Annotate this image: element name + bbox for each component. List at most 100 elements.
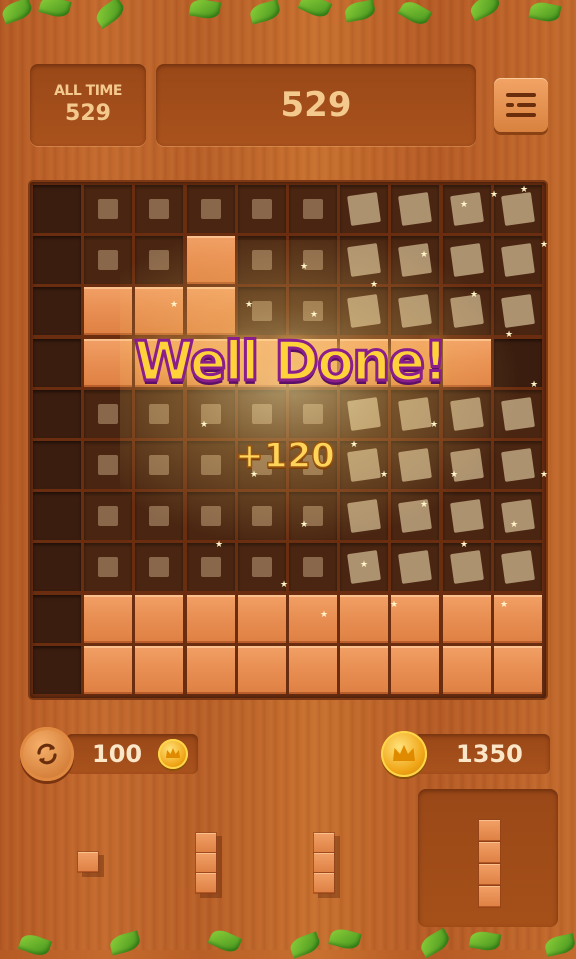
board-cell[interactable]: [442, 645, 491, 694]
board-cell[interactable]: [237, 492, 286, 541]
board-cell[interactable]: [391, 543, 440, 592]
board-cell[interactable]: [493, 287, 542, 336]
board-cell[interactable]: [33, 287, 81, 336]
board-cell[interactable]: [340, 594, 389, 643]
board-cell[interactable]: [289, 389, 337, 438]
board-cell[interactable]: [493, 338, 542, 387]
board-cell[interactable]: [442, 236, 491, 285]
board-cell[interactable]: [135, 185, 184, 233]
board-cell[interactable]: [135, 236, 184, 285]
board-cell[interactable]: [84, 185, 133, 233]
board-cell[interactable]: [391, 492, 440, 541]
board-cell[interactable]: [33, 338, 81, 387]
current-score: 529: [156, 64, 476, 146]
board-cell[interactable]: [84, 287, 133, 336]
board-cell[interactable]: [237, 287, 286, 336]
board-cell[interactable]: [135, 492, 184, 541]
clearing-block-ghost: [500, 192, 535, 226]
board-cell[interactable]: [391, 645, 440, 694]
board-cell[interactable]: [84, 645, 133, 694]
clearing-block-ghost: [98, 403, 119, 424]
board-cell[interactable]: [391, 287, 440, 336]
board-cell[interactable]: [135, 543, 184, 592]
board-cell[interactable]: [493, 492, 542, 541]
board-cell[interactable]: [289, 185, 337, 233]
board-cell[interactable]: [237, 594, 286, 643]
board-cell[interactable]: [237, 389, 286, 438]
board-cell[interactable]: [442, 441, 491, 489]
clearing-block-ghost: [149, 199, 170, 219]
board-cell[interactable]: [84, 389, 133, 438]
board-cell[interactable]: [442, 594, 491, 643]
board-cell[interactable]: [186, 543, 235, 592]
board-cell[interactable]: [186, 287, 235, 336]
board-cell[interactable]: [289, 236, 337, 285]
board-cell[interactable]: [391, 594, 440, 643]
board-cell[interactable]: [186, 185, 235, 233]
refresh-pieces-button[interactable]: [20, 727, 74, 781]
board-cell[interactable]: [442, 185, 491, 233]
menu-button[interactable]: [494, 78, 548, 132]
board-cell[interactable]: [442, 492, 491, 541]
board-cell[interactable]: [33, 492, 81, 541]
board-cell[interactable]: [84, 492, 133, 541]
board-cell[interactable]: [33, 543, 81, 592]
board-cell[interactable]: [84, 236, 133, 285]
board-cell[interactable]: [135, 287, 184, 336]
board-cell[interactable]: [493, 236, 542, 285]
clearing-block-ghost: [251, 506, 272, 527]
board-cell[interactable]: [186, 236, 235, 285]
board-cell[interactable]: [237, 185, 286, 233]
board-cell[interactable]: [84, 441, 133, 489]
board-cell[interactable]: [289, 287, 337, 336]
clearing-block-ghost: [149, 557, 170, 578]
board-cell[interactable]: [33, 594, 81, 643]
board-cell[interactable]: [493, 441, 542, 489]
board-cell[interactable]: [391, 389, 440, 438]
board-cell[interactable]: [135, 645, 184, 694]
board-cell[interactable]: [391, 185, 440, 233]
board-cell[interactable]: [33, 645, 81, 694]
board-cell[interactable]: [33, 389, 81, 438]
board-cell[interactable]: [289, 492, 337, 541]
board-cell[interactable]: [442, 543, 491, 592]
board-cell[interactable]: [33, 236, 81, 285]
board-cell[interactable]: [340, 543, 389, 592]
board-cell[interactable]: [340, 236, 389, 285]
board-cell[interactable]: [237, 645, 286, 694]
board-cell[interactable]: [340, 185, 389, 233]
board-cell[interactable]: [84, 594, 133, 643]
board-cell[interactable]: [493, 389, 542, 438]
board-cell[interactable]: [442, 389, 491, 438]
board-cell[interactable]: [289, 594, 337, 643]
refresh-cost-pill: 100: [66, 734, 198, 774]
board-cell[interactable]: [33, 185, 81, 233]
board-cell[interactable]: [340, 645, 389, 694]
board-cell[interactable]: [391, 236, 440, 285]
board-cell[interactable]: [340, 287, 389, 336]
board-cell[interactable]: [237, 543, 286, 592]
board-cell[interactable]: [340, 492, 389, 541]
board-cell[interactable]: [135, 441, 184, 489]
board-cell[interactable]: [442, 287, 491, 336]
board-cell[interactable]: [135, 594, 184, 643]
board-cell[interactable]: [84, 543, 133, 592]
clearing-block-ghost: [347, 243, 382, 278]
board-cell[interactable]: [186, 492, 235, 541]
board-cell[interactable]: [289, 645, 337, 694]
board-cell[interactable]: [135, 389, 184, 438]
board-cell[interactable]: [33, 441, 81, 489]
board-cell[interactable]: [493, 645, 542, 694]
board-cell[interactable]: [289, 543, 337, 592]
board-cell[interactable]: [493, 543, 542, 592]
board-cell[interactable]: [237, 236, 286, 285]
clearing-block-ghost: [347, 294, 382, 329]
board-cell[interactable]: [186, 389, 235, 438]
board-cell[interactable]: [391, 441, 440, 489]
crown-coin-icon: [158, 739, 188, 769]
board-cell[interactable]: [186, 645, 235, 694]
board-cell[interactable]: [340, 389, 389, 438]
board-cell[interactable]: [493, 185, 542, 233]
board-cell[interactable]: [186, 594, 235, 643]
board-cell[interactable]: [493, 594, 542, 643]
